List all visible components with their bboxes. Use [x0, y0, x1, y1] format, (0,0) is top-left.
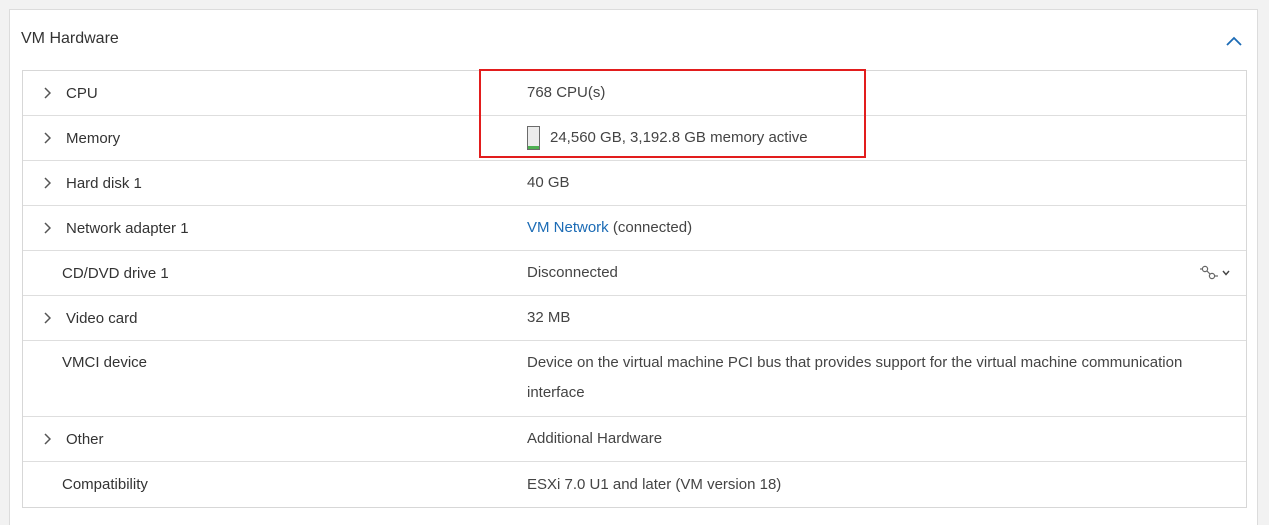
chevron-right-icon	[44, 132, 51, 144]
chevron-right-icon	[44, 312, 51, 324]
row-memory: Memory 24,560 GB, 3,192.8 GB memory acti…	[23, 116, 1246, 161]
row-label: Video card	[66, 309, 138, 327]
vm-network-link[interactable]: VM Network	[527, 219, 609, 236]
row-cd-dvd-drive: CD/DVD drive 1 Disconnected	[23, 251, 1246, 296]
row-label: Network adapter 1	[66, 219, 189, 237]
memory-usage-icon	[527, 126, 540, 151]
row-hard-disk: Hard disk 1 40 GB	[23, 161, 1246, 206]
expand-memory-button[interactable]	[40, 131, 54, 145]
connect-dropdown-button[interactable]	[1199, 264, 1230, 282]
row-label: CPU	[66, 84, 98, 102]
chevron-up-icon	[1226, 36, 1242, 46]
row-label: Hard disk 1	[66, 174, 142, 192]
row-label: Other	[66, 430, 104, 448]
panel-title: VM Hardware	[21, 30, 119, 47]
row-other: Other Additional Hardware	[23, 417, 1246, 462]
row-value: Disconnected	[527, 264, 618, 281]
network-value-group: VM Network (connected)	[527, 213, 692, 243]
row-cpu: CPU 768 CPU(s)	[23, 71, 1246, 116]
row-value: 24,560 GB, 3,192.8 GB memory active	[550, 129, 808, 146]
chevron-right-icon	[44, 87, 51, 99]
expand-network-adapter-button[interactable]	[40, 221, 54, 235]
row-label: Memory	[66, 129, 121, 147]
row-value: 768 CPU(s)	[527, 84, 606, 101]
vm-hardware-panel: VM Hardware CPU 768 CPU(s) Memory 24,560…	[9, 9, 1258, 525]
row-value: Additional Hardware	[527, 430, 663, 447]
memory-value-group: 24,560 GB, 3,192.8 GB memory active	[527, 123, 808, 153]
chevron-right-icon	[44, 433, 51, 445]
row-compatibility: Compatibility ESXi 7.0 U1 and later (VM …	[23, 462, 1246, 507]
chevron-right-icon	[44, 177, 51, 189]
row-network-adapter: Network adapter 1 VM Network (connected)	[23, 206, 1246, 251]
row-value: 40 GB	[527, 174, 570, 191]
row-value: Device on the virtual machine PCI bus th…	[527, 354, 1183, 401]
connection-status: (connected)	[608, 219, 693, 236]
chevron-down-icon	[1222, 270, 1230, 276]
row-label: CD/DVD drive 1	[62, 264, 169, 282]
row-label: VMCI device	[62, 354, 148, 371]
collapse-button[interactable]	[1223, 30, 1245, 52]
row-label: Compatibility	[62, 476, 148, 493]
expand-hard-disk-button[interactable]	[40, 176, 54, 190]
chevron-right-icon	[44, 222, 51, 234]
row-video-card: Video card 32 MB	[23, 296, 1246, 341]
expand-other-button[interactable]	[40, 432, 54, 446]
row-value: 32 MB	[527, 309, 571, 326]
row-vmci-device: VMCI device Device on the virtual machin…	[23, 341, 1246, 417]
memory-usage-fill	[528, 146, 539, 150]
expand-video-card-button[interactable]	[40, 311, 54, 325]
expand-cpu-button[interactable]	[40, 86, 54, 100]
row-value: ESXi 7.0 U1 and later (VM version 18)	[527, 475, 782, 493]
connect-plug-icon	[1200, 265, 1218, 280]
hardware-table: CPU 768 CPU(s) Memory 24,560 GB, 3,192.8…	[22, 70, 1247, 508]
